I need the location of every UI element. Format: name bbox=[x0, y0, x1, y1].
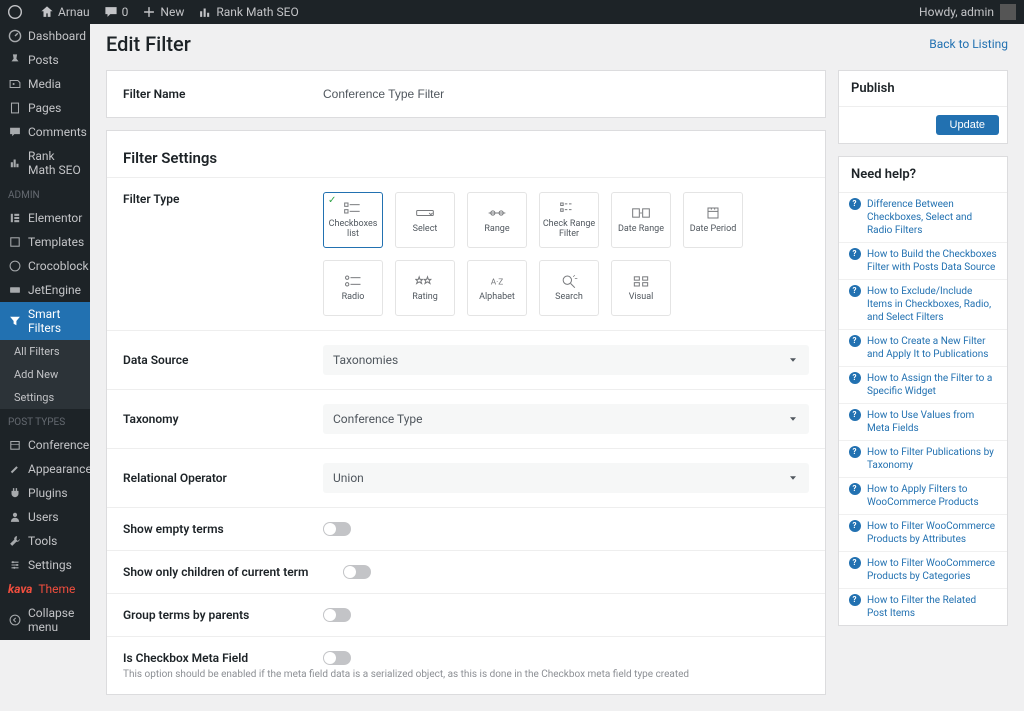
question-icon bbox=[849, 483, 861, 495]
data-source-label: Data Source bbox=[123, 353, 323, 367]
update-button[interactable]: Update bbox=[936, 115, 999, 135]
sidebar-item-conference[interactable]: Conference bbox=[0, 433, 90, 457]
sidebar-item-dashboard[interactable]: Dashboard bbox=[0, 24, 90, 48]
filter-type-select[interactable]: Select bbox=[395, 192, 455, 248]
sidebar-item-smartfilters[interactable]: Smart Filters bbox=[0, 302, 90, 340]
avatar[interactable] bbox=[1000, 4, 1016, 20]
filter-type-checkboxes-list[interactable]: Checkboxes list bbox=[323, 192, 383, 248]
help-link-7[interactable]: How to Apply Filters to WooCommerce Prod… bbox=[839, 478, 1007, 515]
data-source-select[interactable]: Taxonomies bbox=[323, 345, 809, 375]
comments-link[interactable]: 0 bbox=[104, 5, 129, 20]
wp-logo[interactable] bbox=[8, 5, 26, 20]
is-checkbox-meta-label: Is Checkbox Meta Field bbox=[123, 651, 323, 665]
show-children-label: Show only children of current term bbox=[123, 565, 343, 579]
svg-text:A·Z: A·Z bbox=[491, 277, 504, 287]
question-icon bbox=[849, 594, 861, 606]
filter-type-date-range[interactable]: Date Range bbox=[611, 192, 671, 248]
help-link-9[interactable]: How to Filter WooCommerce Products by Ca… bbox=[839, 552, 1007, 589]
page-title: Edit Filter bbox=[106, 32, 191, 56]
back-link[interactable]: Back to Listing bbox=[929, 37, 1008, 51]
sidebar-item-collapse[interactable]: Collapse menu bbox=[0, 601, 90, 639]
filter-type-rating[interactable]: Rating bbox=[395, 260, 455, 316]
filter-type-date-period[interactable]: Date Period bbox=[683, 192, 743, 248]
help-link-5[interactable]: How to Use Values from Meta Fields bbox=[839, 404, 1007, 441]
show-empty-toggle[interactable] bbox=[323, 522, 351, 536]
sidebar-item-settings[interactable]: Settings bbox=[0, 553, 90, 577]
sidebar-item-tools[interactable]: Tools bbox=[0, 529, 90, 553]
sidebar-sub-2[interactable]: Settings bbox=[0, 386, 90, 409]
question-icon bbox=[849, 285, 861, 297]
taxonomy-label: Taxonomy bbox=[123, 412, 323, 426]
sidebar-sub-0[interactable]: All Filters bbox=[0, 340, 90, 363]
question-icon bbox=[849, 557, 861, 569]
taxonomy-select[interactable]: Conference Type bbox=[323, 404, 809, 434]
filter-type-visual[interactable]: Visual bbox=[611, 260, 671, 316]
sidebar-sub-1[interactable]: Add New bbox=[0, 363, 90, 386]
group-parents-toggle[interactable] bbox=[323, 608, 351, 622]
help-link-3[interactable]: How to Create a New Filter and Apply It … bbox=[839, 330, 1007, 367]
group-parents-label: Group terms by parents bbox=[123, 608, 323, 622]
help-link-6[interactable]: How to Filter Publications by Taxonomy bbox=[839, 441, 1007, 478]
help-link-1[interactable]: How to Build the Checkboxes Filter with … bbox=[839, 243, 1007, 280]
filter-type-alphabet[interactable]: A·ZAlphabet bbox=[467, 260, 527, 316]
sidebar-item-jetengine[interactable]: JetEngine bbox=[0, 278, 90, 302]
sidebar-item-posts[interactable]: Posts bbox=[0, 48, 90, 72]
sidebar-item-pages[interactable]: Pages bbox=[0, 96, 90, 120]
show-empty-label: Show empty terms bbox=[123, 522, 323, 536]
relational-select[interactable]: Union bbox=[323, 463, 809, 493]
publish-title: Publish bbox=[839, 71, 1007, 107]
question-icon bbox=[849, 335, 861, 347]
sidebar-item-templates[interactable]: Templates bbox=[0, 230, 90, 254]
admin-sidebar: DashboardPostsMediaPagesCommentsRank Mat… bbox=[0, 24, 90, 640]
filter-type-check-range-filter[interactable]: Check Range Filter bbox=[539, 192, 599, 248]
help-link-2[interactable]: How to Exclude/Include Items in Checkbox… bbox=[839, 280, 1007, 330]
sidebar-item-users[interactable]: Users bbox=[0, 505, 90, 529]
filter-name-label: Filter Name bbox=[123, 87, 323, 101]
help-link-0[interactable]: Difference Between Checkboxes, Select an… bbox=[839, 193, 1007, 243]
howdy-text[interactable]: Howdy, admin bbox=[919, 5, 994, 19]
show-children-toggle[interactable] bbox=[343, 565, 371, 579]
help-link-10[interactable]: How to Filter the Related Post Items bbox=[839, 589, 1007, 625]
sidebar-item-crocoblock[interactable]: Crocoblock bbox=[0, 254, 90, 278]
rankmath-link[interactable]: Rank Math SEO bbox=[198, 5, 298, 20]
filter-type-search[interactable]: Search bbox=[539, 260, 599, 316]
question-icon bbox=[849, 520, 861, 532]
sidebar-item-media[interactable]: Media bbox=[0, 72, 90, 96]
question-icon bbox=[849, 248, 861, 260]
filter-type-radio[interactable]: Radio bbox=[323, 260, 383, 316]
sidebar-item-plugins[interactable]: Plugins bbox=[0, 481, 90, 505]
relational-label: Relational Operator bbox=[123, 471, 323, 485]
sidebar-item-elementor[interactable]: Elementor bbox=[0, 206, 90, 230]
question-icon bbox=[849, 409, 861, 421]
is-checkbox-meta-toggle[interactable] bbox=[323, 651, 351, 665]
filter-settings-title: Filter Settings bbox=[107, 131, 825, 178]
is-checkbox-meta-help: This option should be enabled if the met… bbox=[123, 669, 689, 680]
site-link[interactable]: Arnau bbox=[40, 5, 90, 20]
filter-type-range[interactable]: Range bbox=[467, 192, 527, 248]
help-link-8[interactable]: How to Filter WooCommerce Products by At… bbox=[839, 515, 1007, 552]
new-link[interactable]: New bbox=[142, 5, 184, 20]
sidebar-item-theme[interactable]: kavaTheme bbox=[0, 577, 90, 601]
filter-name-input[interactable] bbox=[323, 85, 809, 103]
question-icon bbox=[849, 372, 861, 384]
sidebar-item-rankmath[interactable]: Rank Math SEO bbox=[0, 144, 90, 182]
sidebar-item-appearance[interactable]: Appearance bbox=[0, 457, 90, 481]
filter-type-label: Filter Type bbox=[123, 192, 323, 206]
question-icon bbox=[849, 446, 861, 458]
help-title: Need help? bbox=[839, 157, 1007, 193]
question-icon bbox=[849, 198, 861, 210]
help-link-4[interactable]: How to Assign the Filter to a Specific W… bbox=[839, 367, 1007, 404]
sidebar-item-comments[interactable]: Comments bbox=[0, 120, 90, 144]
